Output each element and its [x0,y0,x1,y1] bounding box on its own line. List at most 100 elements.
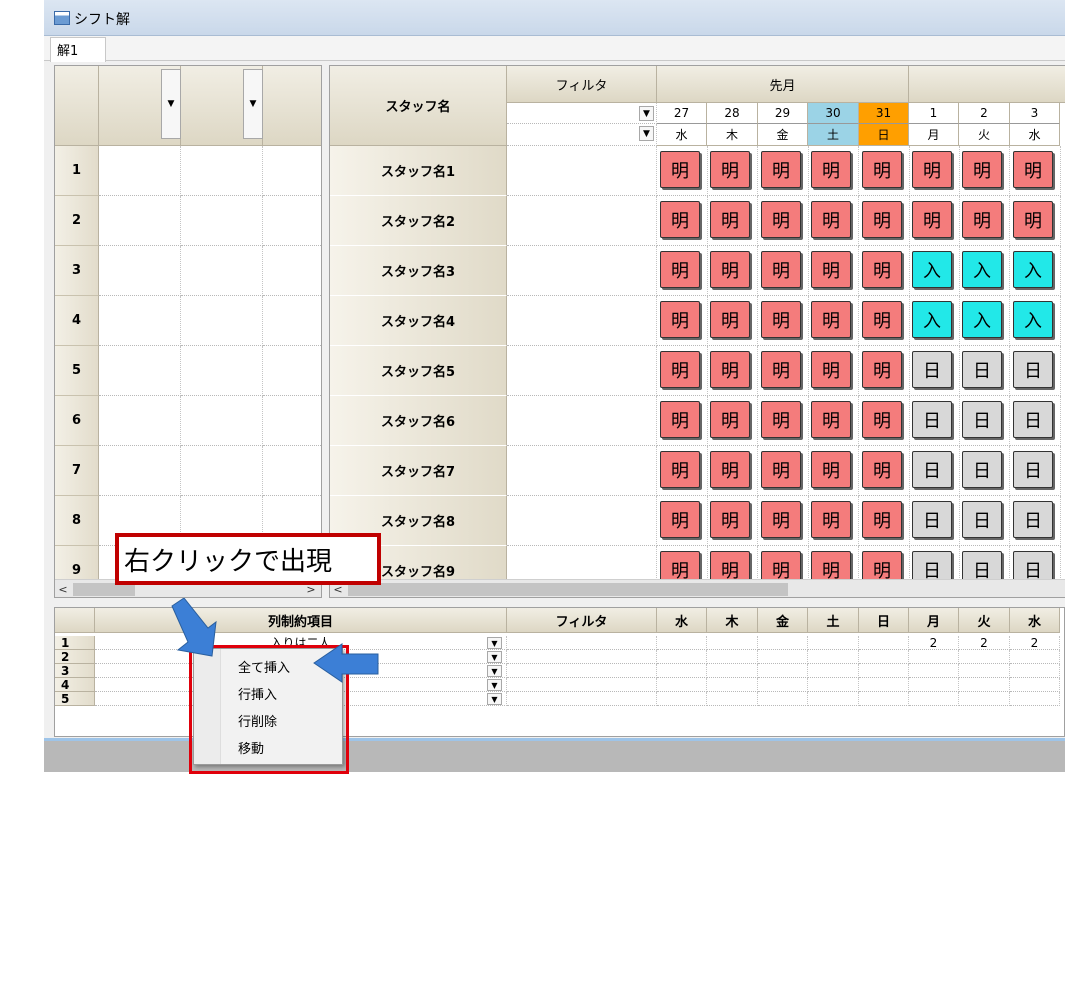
dropdown-arrow-icon[interactable]: ▼ [161,69,181,139]
constraint-value-cell[interactable] [707,664,758,678]
shift-badge[interactable]: 明 [710,151,750,188]
shift-badge[interactable]: 明 [660,351,700,388]
constraint-value-cell[interactable] [657,636,707,650]
constraint-filter-cell[interactable] [507,678,657,692]
shift-badge[interactable]: 明 [761,251,801,288]
dropdown-arrow-icon[interactable]: ▼ [487,693,502,705]
left-cell[interactable] [181,196,263,246]
constraint-value-cell[interactable] [657,678,707,692]
dropdown-arrow-icon[interactable]: ▼ [487,679,502,691]
constraint-value-cell[interactable] [808,636,859,650]
staff-filter-cell[interactable] [507,396,657,446]
left-cell[interactable] [263,446,321,496]
shift-badge[interactable]: 日 [1013,401,1053,438]
constraint-value-cell[interactable] [959,678,1010,692]
day-date-header[interactable]: 2 [959,103,1010,124]
shift-badge[interactable]: 入 [1013,301,1053,338]
left-cell[interactable] [263,296,321,346]
staff-filter-cell[interactable] [507,496,657,546]
shift-badge[interactable]: 日 [912,451,952,488]
staff-name-cell[interactable]: スタッフ名1 [330,146,507,196]
shift-badge[interactable]: 明 [811,451,851,488]
shift-badge[interactable]: 明 [761,301,801,338]
constraint-value-cell[interactable] [758,678,808,692]
shift-badge[interactable]: 明 [660,501,700,538]
constraint-value-cell[interactable] [909,692,959,706]
shift-badge[interactable]: 明 [862,301,902,338]
shift-badge[interactable]: 明 [660,251,700,288]
constraint-value-cell[interactable] [1010,650,1060,664]
shift-badge[interactable]: 日 [962,351,1002,388]
left-cell[interactable] [99,246,181,296]
constraint-filter-cell[interactable] [507,664,657,678]
constraint-value-cell[interactable] [959,692,1010,706]
shift-badge[interactable]: 明 [710,201,750,238]
left-cell[interactable] [263,346,321,396]
dropdown-arrow-icon[interactable]: ▼ [487,637,502,649]
shift-badge[interactable]: 明 [1013,151,1053,188]
day-date-header[interactable]: 3 [1010,103,1060,124]
constraint-value-cell[interactable] [909,650,959,664]
staff-filter-cell[interactable] [507,296,657,346]
left-cell[interactable] [263,246,321,296]
shift-badge[interactable]: 明 [710,501,750,538]
constraint-value-cell[interactable] [707,650,758,664]
day-date-header[interactable]: 27 [657,103,707,124]
main-horizontal-scrollbar[interactable]: < [330,579,1065,597]
shift-badge[interactable]: 明 [660,151,700,188]
constraint-value-cell[interactable] [859,692,909,706]
constraint-filter-cell[interactable] [507,650,657,664]
shift-badge[interactable]: 明 [811,501,851,538]
staff-filter-cell[interactable] [507,246,657,296]
staff-name-cell[interactable]: スタッフ名5 [330,346,507,396]
shift-badge[interactable]: 明 [962,201,1002,238]
shift-badge[interactable]: 明 [761,351,801,388]
shift-badge[interactable]: 明 [710,351,750,388]
constraint-value-cell[interactable] [909,664,959,678]
shift-badge[interactable]: 明 [862,151,902,188]
constraint-value-cell[interactable] [959,650,1010,664]
shift-badge[interactable]: 入 [912,251,952,288]
shift-badge[interactable]: 日 [962,451,1002,488]
shift-badge[interactable]: 明 [761,201,801,238]
dropdown-arrow-icon[interactable]: ▼ [639,126,654,141]
shift-badge[interactable]: 日 [1013,501,1053,538]
shift-badge[interactable]: 入 [1013,251,1053,288]
shift-badge[interactable]: 明 [710,401,750,438]
left-cell[interactable] [263,396,321,446]
day-date-header[interactable]: 28 [707,103,758,124]
left-cell[interactable] [181,446,263,496]
shift-badge[interactable]: 明 [862,201,902,238]
constraint-value-cell[interactable] [808,692,859,706]
left-cell[interactable] [181,246,263,296]
constraint-value-cell[interactable] [1010,692,1060,706]
shift-badge[interactable]: 明 [660,301,700,338]
left-cell[interactable] [99,346,181,396]
shift-badge[interactable]: 日 [1013,351,1053,388]
shift-badge[interactable]: 日 [962,401,1002,438]
constraint-filter-cell[interactable] [507,636,657,650]
scroll-left-icon[interactable]: < [55,580,71,597]
constraint-value-cell[interactable] [808,650,859,664]
shift-badge[interactable]: 明 [660,451,700,488]
tab-solution-1[interactable]: 解1 [50,37,106,62]
constraint-value-cell[interactable] [1010,678,1060,692]
left-cell[interactable] [99,146,181,196]
day-date-header[interactable]: 1 [909,103,959,124]
day-weekday-header[interactable]: 火 [959,124,1010,146]
constraint-value-cell[interactable] [959,664,1010,678]
scrollbar-thumb[interactable] [348,583,788,596]
day-date-header[interactable]: 30 [808,103,859,124]
constraint-value-cell[interactable] [758,650,808,664]
shift-badge[interactable]: 日 [1013,451,1053,488]
constraint-value-cell[interactable]: 2 [959,636,1010,650]
left-cell[interactable] [99,196,181,246]
constraint-value-cell[interactable] [859,678,909,692]
day-date-header[interactable]: 29 [758,103,808,124]
constraint-value-cell[interactable]: 2 [1010,636,1060,650]
day-weekday-header[interactable]: 土 [808,124,859,146]
day-weekday-header[interactable]: 金 [758,124,808,146]
shift-badge[interactable]: 明 [710,301,750,338]
left-cell[interactable] [263,196,321,246]
shift-badge[interactable]: 明 [862,401,902,438]
